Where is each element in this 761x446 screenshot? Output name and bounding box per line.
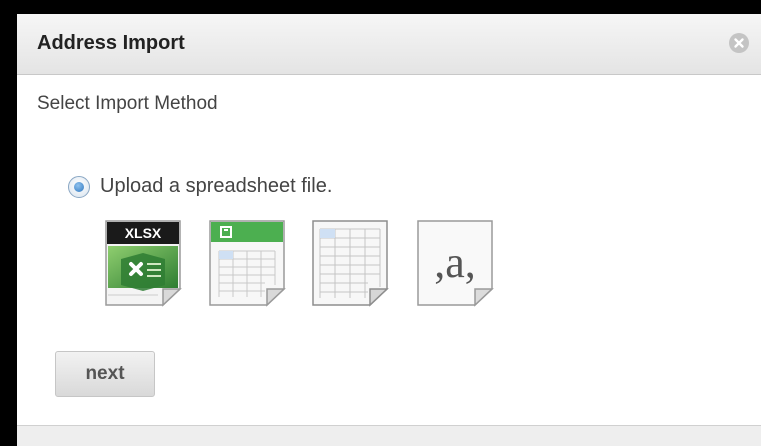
address-import-dialog: Address Import Select Import Method Uplo… [17, 14, 761, 446]
import-method-heading: Select Import Method [37, 93, 218, 114]
xlsx-badge-text: XLSX [125, 225, 162, 241]
radio-selected-dot [74, 182, 84, 192]
spreadsheet-file-icon[interactable] [310, 219, 390, 307]
xlsx-file-icon[interactable]: XLSX [103, 219, 183, 307]
csv-glyph-text: ,a, [434, 238, 476, 287]
close-icon[interactable] [729, 33, 749, 53]
upload-spreadsheet-label[interactable]: Upload a spreadsheet file. [100, 175, 332, 198]
dialog-titlebar: Address Import [17, 14, 761, 75]
csv-file-icon[interactable]: ,a, [415, 219, 495, 307]
upload-spreadsheet-radio[interactable] [68, 176, 90, 198]
dialog-title: Address Import [37, 32, 185, 54]
next-button[interactable]: next [55, 351, 155, 397]
dialog-footer-bar [17, 425, 761, 446]
ods-file-icon[interactable] [207, 219, 287, 307]
